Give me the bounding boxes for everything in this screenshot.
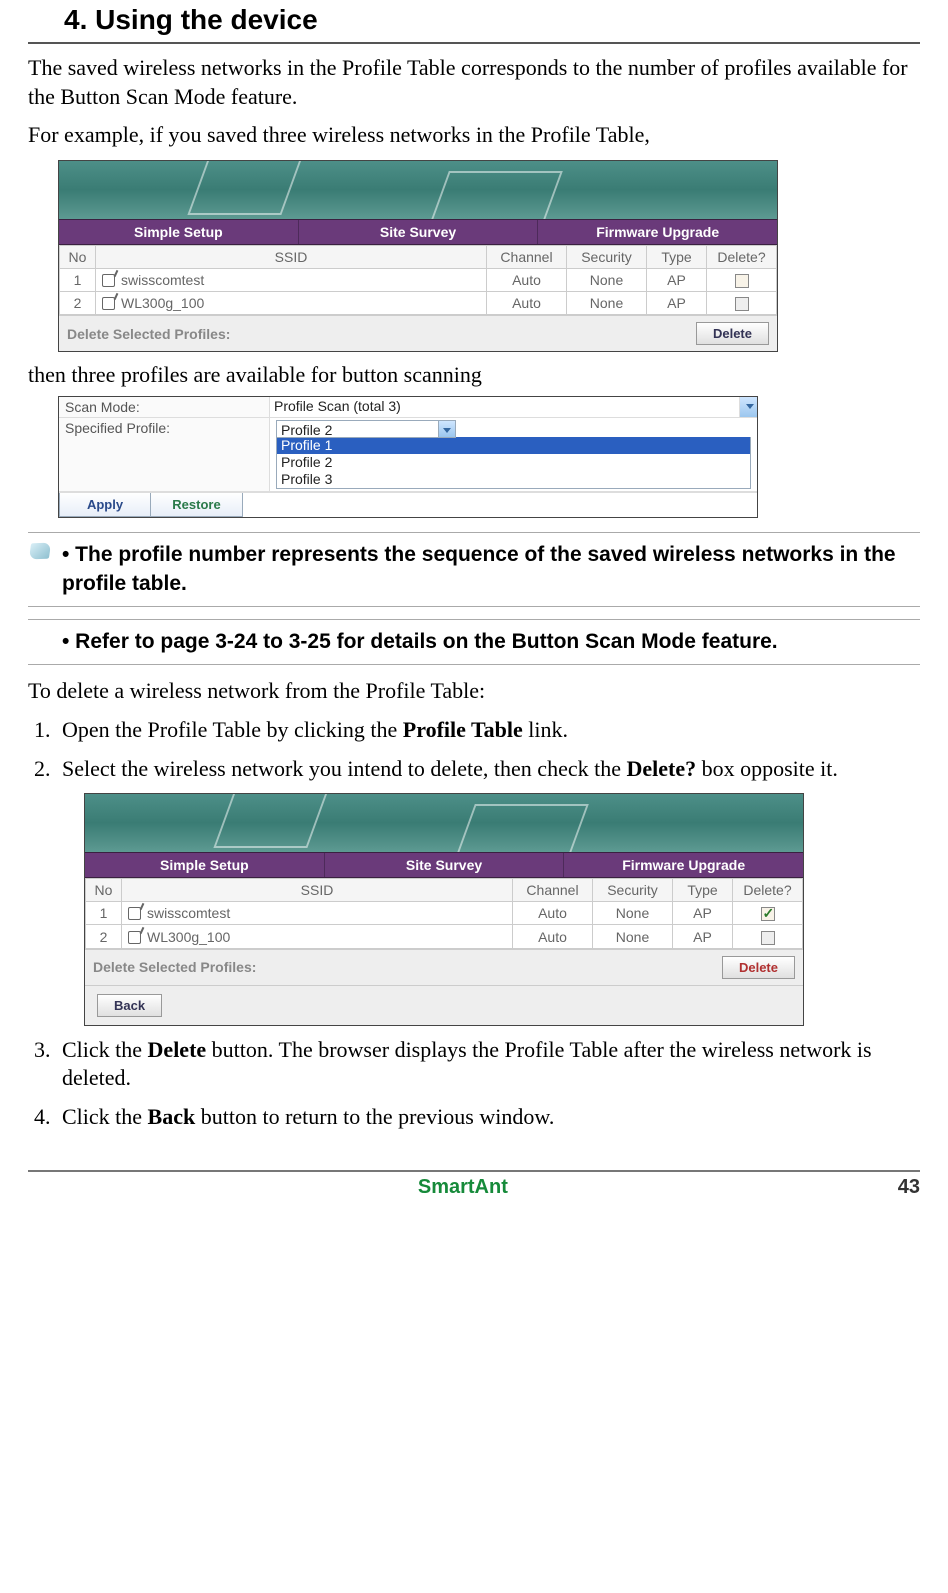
intro-paragraph-1: The saved wireless networks in the Profi…: [28, 54, 920, 111]
page-footer: SmartAnt 43: [28, 1170, 920, 1199]
cell-channel: Auto: [487, 268, 567, 291]
screenshot-profile-table-2: Simple Setup Site Survey Firmware Upgrad…: [84, 793, 804, 1026]
cell-no: 2: [60, 292, 96, 315]
back-button[interactable]: Back: [97, 994, 162, 1017]
col-channel: Channel: [513, 879, 593, 902]
tab-site-survey[interactable]: Site Survey: [299, 220, 539, 244]
profile-option[interactable]: Profile 2: [277, 454, 750, 471]
specified-profile-label: Specified Profile:: [59, 418, 269, 492]
table-row: 2 WL300g_100 Auto None AP: [86, 925, 803, 948]
delete-selected-label: Delete Selected Profiles:: [93, 959, 256, 975]
cell-security: None: [593, 925, 673, 948]
col-delete: Delete?: [707, 245, 777, 268]
delete-button[interactable]: Delete: [722, 956, 795, 979]
wifi-icon: [102, 274, 115, 287]
tab-site-survey[interactable]: Site Survey: [325, 853, 565, 877]
wifi-icon: [128, 907, 141, 920]
cell-no: 2: [86, 925, 122, 948]
table-row: 1 swisscomtest Auto None AP: [86, 902, 803, 925]
step-2: Select the wireless network you intend t…: [56, 755, 920, 784]
profile-table: No SSID Channel Security Type Delete? 1 …: [85, 878, 803, 949]
step-1: Open the Profile Table by clicking the P…: [56, 716, 920, 745]
delete-checkbox[interactable]: [761, 907, 775, 921]
col-delete: Delete?: [733, 879, 803, 902]
tab-firmware-upgrade[interactable]: Firmware Upgrade: [538, 220, 777, 244]
delete-checkbox[interactable]: [735, 297, 749, 311]
step-3: Click the Delete button. The browser dis…: [56, 1036, 920, 1093]
specified-profile-dropdown[interactable]: Profile 2: [276, 420, 456, 438]
scan-mode-label: Scan Mode:: [59, 397, 269, 418]
cell-channel: Auto: [487, 292, 567, 315]
col-ssid: SSID: [122, 879, 513, 902]
heading-divider: [28, 42, 920, 44]
col-security: Security: [567, 245, 647, 268]
col-no: No: [86, 879, 122, 902]
tab-simple-setup[interactable]: Simple Setup: [59, 220, 299, 244]
scan-mode-value[interactable]: Profile Scan (total 3): [270, 397, 739, 415]
cell-ssid: WL300g_100: [121, 295, 204, 311]
cell-type: AP: [673, 925, 733, 948]
cell-type: AP: [647, 268, 707, 291]
cell-channel: Auto: [513, 925, 593, 948]
banner-graphic: [85, 794, 803, 852]
profile-option[interactable]: Profile 3: [277, 471, 750, 488]
cell-ssid: swisscomtest: [121, 272, 204, 288]
screenshot-scan-mode: Scan Mode: Profile Scan (total 3) Specif…: [58, 396, 758, 518]
delete-button[interactable]: Delete: [696, 322, 769, 345]
cell-security: None: [567, 292, 647, 315]
col-type: Type: [673, 879, 733, 902]
footer-page-number: 43: [898, 1176, 920, 1199]
cell-type: AP: [673, 902, 733, 925]
delete-selected-label: Delete Selected Profiles:: [67, 326, 230, 342]
col-no: No: [60, 245, 96, 268]
col-type: Type: [647, 245, 707, 268]
intro-paragraph-2: For example, if you saved three wireless…: [28, 121, 920, 150]
cell-security: None: [593, 902, 673, 925]
delete-checkbox[interactable]: [761, 931, 775, 945]
note-refer-page: • Refer to page 3-24 to 3-25 for details…: [28, 619, 920, 665]
apply-button[interactable]: Apply: [59, 493, 151, 517]
wifi-icon: [102, 297, 115, 310]
table-row: 1 swisscomtest Auto None AP: [60, 268, 777, 291]
cell-channel: Auto: [513, 902, 593, 925]
profile-table: No SSID Channel Security Type Delete? 1 …: [59, 245, 777, 316]
footer-brand: SmartAnt: [28, 1176, 898, 1199]
step-4: Click the Back button to return to the p…: [56, 1103, 920, 1132]
note-profile-number: • The profile number represents the sequ…: [28, 532, 920, 607]
cell-security: None: [567, 268, 647, 291]
cell-type: AP: [647, 292, 707, 315]
restore-button[interactable]: Restore: [151, 493, 243, 517]
cell-ssid: WL300g_100: [147, 929, 230, 945]
caption-after-screenshot-1: then three profiles are available for bu…: [28, 362, 920, 388]
section-heading: 4. Using the device: [64, 4, 920, 36]
delete-checkbox[interactable]: [735, 274, 749, 288]
profile-option[interactable]: Profile 1: [277, 437, 750, 454]
chevron-down-icon[interactable]: [739, 397, 757, 418]
col-ssid: SSID: [96, 245, 487, 268]
table-row: 2 WL300g_100 Auto None AP: [60, 292, 777, 315]
cell-no: 1: [86, 902, 122, 925]
screenshot-profile-table-1: Simple Setup Site Survey Firmware Upgrad…: [58, 160, 778, 353]
cell-no: 1: [60, 268, 96, 291]
col-security: Security: [593, 879, 673, 902]
tab-firmware-upgrade[interactable]: Firmware Upgrade: [564, 853, 803, 877]
profile-option-list: Profile 1 Profile 2 Profile 3: [276, 437, 751, 489]
wifi-icon: [128, 931, 141, 944]
delete-intro: To delete a wireless network from the Pr…: [28, 677, 920, 706]
banner-graphic: [59, 161, 777, 219]
tab-simple-setup[interactable]: Simple Setup: [85, 853, 325, 877]
cell-ssid: swisscomtest: [147, 905, 230, 921]
col-channel: Channel: [487, 245, 567, 268]
